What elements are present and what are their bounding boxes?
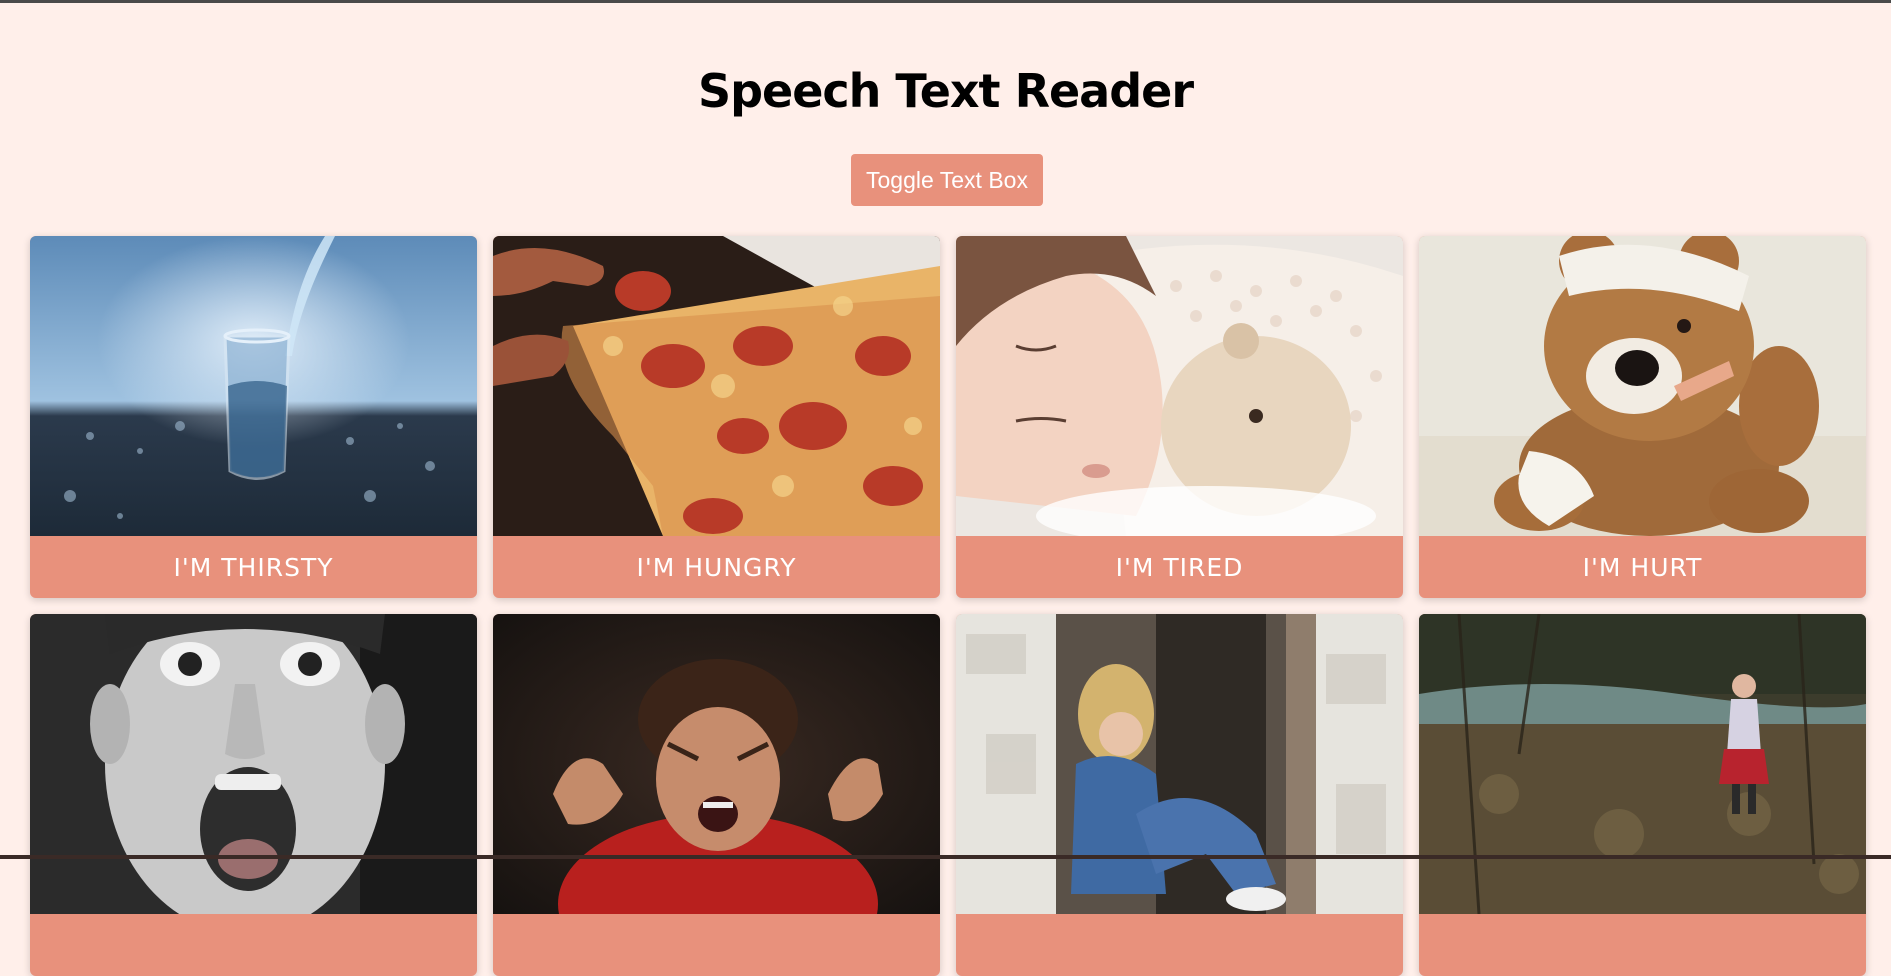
child-in-forest-image <box>1419 614 1866 914</box>
card-surprised[interactable] <box>30 614 477 976</box>
card-label <box>493 914 940 976</box>
card-label <box>1419 914 1866 976</box>
sleeping-child-image <box>956 236 1403 536</box>
card-tired[interactable]: I'M TIRED <box>956 236 1403 598</box>
card-grid: I'M THIRSTY I'M HUNGRY I'M TIRED I'M HUR… <box>30 236 1866 976</box>
top-border <box>0 0 1891 3</box>
card-angry[interactable] <box>493 614 940 976</box>
card-label <box>956 914 1403 976</box>
glass-of-water-image <box>30 236 477 536</box>
card-sad[interactable] <box>956 614 1403 976</box>
card-hungry[interactable]: I'M HUNGRY <box>493 236 940 598</box>
toggle-text-box-button[interactable]: Toggle Text Box <box>851 154 1043 206</box>
card-label: I'M HURT <box>1582 553 1703 582</box>
sad-girl-in-doorway-image <box>956 614 1403 914</box>
card-label: I'M HUNGRY <box>636 553 797 582</box>
card-label: I'M THIRSTY <box>173 553 334 582</box>
card-hurt[interactable]: I'M HURT <box>1419 236 1866 598</box>
bandaged-teddy-bear-image <box>1419 236 1866 536</box>
card-label <box>30 914 477 976</box>
surprised-boy-image <box>30 614 477 914</box>
card-label: I'M TIRED <box>1115 553 1244 582</box>
angry-boy-image <box>493 614 940 914</box>
pizza-slice-image <box>493 236 940 536</box>
page-title: Speech Text Reader <box>697 64 1194 118</box>
bottom-border <box>0 855 1891 859</box>
card-thirsty[interactable]: I'M THIRSTY <box>30 236 477 598</box>
card-lost[interactable] <box>1419 614 1866 976</box>
